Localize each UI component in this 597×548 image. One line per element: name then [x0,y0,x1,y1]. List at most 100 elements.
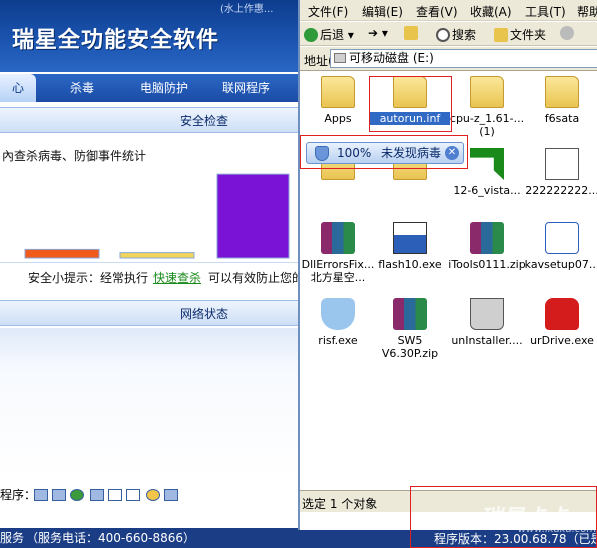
program-window-icon[interactable] [164,489,178,501]
main-nav: 心 杀毒 电脑防护 联网程序 [0,74,298,102]
folder-icon [321,76,355,108]
file-item[interactable]: SW5 V6.30P.zip [370,298,450,360]
scan-percent: 100% [337,146,372,160]
file-item[interactable]: Apps [298,76,378,125]
network-status-header: 网络状态 [0,300,298,326]
file-item[interactable]: iTools0111.zip [447,222,527,271]
network-status-panel [0,328,298,478]
tab-network-programs[interactable]: 联网程序 [210,74,282,102]
shield-icon [315,146,329,161]
program-window-icon[interactable] [126,489,140,501]
back-arrow-icon [304,28,318,42]
file-name: unInstaller.... [451,334,523,347]
menu-bar: 文件(F) 编辑(E) 查看(V) 收藏(A) 工具(T) 帮助 [300,0,597,21]
program-window-icon[interactable] [52,489,66,501]
folder-icon [470,76,504,108]
file-item[interactable]: kavsetup07... [522,222,597,271]
back-button[interactable]: 后退 ▾ [304,26,354,43]
menu-view[interactable]: 查看(V) [416,3,458,20]
file-name: 222222222... [525,184,597,197]
sync-button[interactable] [560,26,576,40]
menu-tools[interactable]: 工具(T) [525,3,566,20]
search-icon [436,28,450,42]
security-check-title: 安全检查 [180,114,229,128]
folders-label: 文件夹 [510,28,547,42]
event-stats-chart [24,173,290,259]
service-phone: （服务电话：400-660-8866） [26,531,196,545]
tab-home[interactable]: 心 [0,74,36,102]
chart-bar [216,173,290,259]
file-name: 12-6_vista... [453,184,521,197]
watermark-url: www.ikaka.com [518,524,597,535]
menu-file[interactable]: 文件(F) [308,3,348,20]
up-folder-icon [404,26,418,40]
tip-rest-text: 可以有效防止您的 [208,271,298,285]
folder-icon [545,76,579,108]
file-name: risf.exe [318,334,358,347]
security-check-header: 安全检查 [0,107,298,133]
app-title: 瑞星全功能安全软件 [12,28,220,53]
document-icon [545,148,579,180]
file-name: Apps [324,112,352,125]
winrar-icon [393,298,427,330]
removable-drive-icon [334,53,346,63]
quick-scan-link[interactable]: 快速查杀 [153,263,201,293]
sync-icon [560,26,574,40]
service-link[interactable]: 服务 [0,528,24,548]
menu-help[interactable]: 帮助 [577,3,597,20]
smiley-icon[interactable] [146,489,160,501]
top-clip-text: (水上作惠... [220,4,274,15]
program-window-icon[interactable] [90,489,104,501]
network-status-title: 网络状态 [180,307,229,321]
forward-button[interactable]: ➔ ▾ [368,26,388,40]
menu-edit[interactable]: 编辑(E) [362,3,403,20]
winrar-icon [470,222,504,254]
file-name: f6sata [544,112,580,125]
program-window-icon[interactable] [34,489,48,501]
status-text: 选定 1 个对象 [302,497,378,511]
app-header: (水上作惠... 瑞星全功能安全软件 [0,0,298,72]
search-button[interactable]: 搜索 [436,26,476,43]
tab-scan[interactable]: 杀毒 [58,74,106,102]
address-input[interactable]: 可移动磁盘 (E:) [330,49,597,68]
file-item[interactable]: 222222222... [522,148,597,197]
highlight-autorun-box [369,76,452,132]
file-item[interactable]: f6sata [522,76,597,125]
programs-label: 程序： [0,488,37,502]
toolbar: 后退 ▾ ➔ ▾ 搜索 文件夹 [300,22,597,46]
folder-icon [494,28,508,42]
tip-row: 安全小提示：经常执行 快速查杀 可以有效防止您的 [0,262,298,292]
file-item[interactable]: flash10.exe [370,222,450,271]
file-name: SW5 V6.30P.zip [381,334,439,360]
tab-pc-protection[interactable]: 电脑防护 [128,74,200,102]
chart-bar [119,252,195,259]
file-name: urDrive.exe [530,334,594,347]
file-item[interactable]: DllErrorsFix...北方星空... [298,222,378,284]
file-name: flash10.exe [378,258,442,271]
amd-icon [470,148,504,180]
scan-message: 未发现病毒 [381,146,442,160]
file-name: kavsetup07... [524,258,597,271]
menu-favorites[interactable]: 收藏(A) [470,3,512,20]
file-item[interactable]: unInstaller.... [447,298,527,347]
file-name: DllErrorsFix...北方星空... [301,258,375,284]
folders-button[interactable]: 文件夹 [494,26,546,43]
close-icon[interactable]: ✕ [445,146,459,160]
file-item[interactable]: risf.exe [298,298,378,347]
chart-bar [24,248,100,259]
shield-icon [321,298,355,330]
globe-icon[interactable] [70,489,84,501]
kav-icon [545,222,579,254]
address-value: 可移动磁盘 (E:) [349,51,434,65]
up-folder-button[interactable] [404,26,420,40]
scan-result-toast: 100% 未发现病毒 ✕ [306,142,464,164]
file-item[interactable]: urDrive.exe [522,298,597,347]
rising-antivirus-window: (水上作惠... 瑞星全功能安全软件 心 杀毒 电脑防护 联网程序 安全检查 內… [0,0,298,548]
tip-label: 安全小提示：经常执行 [28,271,149,285]
search-label: 搜索 [452,28,477,42]
usb-icon [545,298,579,330]
program-window-icon[interactable] [108,489,122,501]
file-item[interactable]: cpu-z_1.61-...(1) [447,76,527,138]
winrar-icon [321,222,355,254]
trash-icon [470,298,504,330]
